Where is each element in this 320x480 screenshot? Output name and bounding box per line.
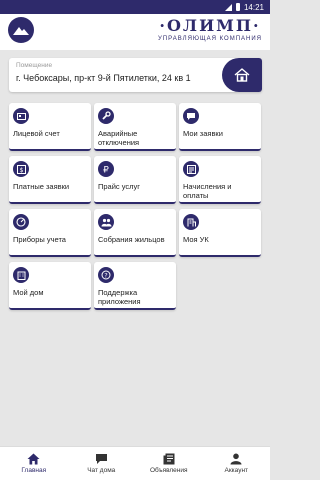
tile-label: Собрания жильцов: [98, 235, 165, 244]
house-icon: [13, 267, 29, 283]
gauge-icon: [13, 214, 29, 230]
tile-label: Приборы учета: [13, 235, 66, 244]
tile-meetings[interactable]: Собрания жильцов: [94, 209, 176, 257]
brand-logo: ·ОЛИМП· УПРАВЛЯЮЩАЯ КОМПАНИЯ: [158, 17, 262, 43]
tile-label: Мой дом: [13, 288, 44, 297]
tile-label: Поддержка приложения: [98, 288, 141, 306]
tile-outages[interactable]: Аварийные отключения: [94, 103, 176, 151]
home-icon: [27, 453, 40, 465]
tile-price-list[interactable]: ₽ Прайс услуг: [94, 156, 176, 204]
signal-icon: [224, 3, 232, 11]
nav-label: Главная: [21, 467, 47, 474]
tile-my-company[interactable]: Моя УК: [179, 209, 261, 257]
nav-label: Аккаунт: [224, 467, 249, 474]
nav-account[interactable]: Аккаунт: [203, 447, 271, 480]
mountain-logo-icon: [8, 17, 34, 43]
tile-label: Начисления и оплаты: [183, 182, 232, 200]
receipt-icon: [183, 161, 199, 177]
people-icon: [98, 214, 114, 230]
house-icon: [234, 68, 250, 82]
tile-app-support[interactable]: ? Поддержка приложения: [94, 262, 176, 310]
chat-icon: [183, 108, 199, 124]
address-label: Помещение: [16, 62, 53, 69]
building-icon: [183, 214, 199, 230]
id-card-icon: [13, 108, 29, 124]
address-value: г. Чебоксары, пр-кт 9-й Пятилетки, 24 кв…: [16, 73, 191, 83]
paid-icon: $: [13, 161, 29, 177]
address-selector[interactable]: Помещение г. Чебоксары, пр-кт 9-й Пятиле…: [9, 58, 262, 92]
address-house-button[interactable]: [222, 58, 262, 92]
tile-charges-payments[interactable]: Начисления и оплаты: [179, 156, 261, 204]
tile-label: Моя УК: [183, 235, 209, 244]
tile-label: Лицевой счет: [13, 129, 60, 138]
nav-announcements[interactable]: Объявления: [135, 447, 203, 480]
brand-name: ·ОЛИМП·: [159, 16, 261, 35]
svg-text:?: ?: [104, 272, 107, 280]
tile-label: Платные заявки: [13, 182, 70, 191]
app-header: ·ОЛИМП· УПРАВЛЯЮЩАЯ КОМПАНИЯ: [0, 14, 270, 50]
nav-home[interactable]: Главная: [0, 447, 68, 480]
tile-label: Аварийные отключения: [98, 129, 140, 147]
chat-icon: [95, 454, 107, 464]
nav-label: Объявления: [149, 467, 188, 474]
menu-grid: Лицевой счет Аварийные отключения Мои за…: [9, 103, 262, 310]
tile-label: Прайс услуг: [98, 182, 141, 191]
svg-text:₽: ₽: [103, 166, 109, 175]
news-icon: [163, 453, 175, 465]
brand-subtitle: УПРАВЛЯЮЩАЯ КОМПАНИЯ: [157, 36, 262, 42]
ruble-icon: ₽: [98, 161, 114, 177]
tile-label: Мои заявки: [183, 129, 223, 138]
help-icon: ?: [98, 267, 114, 283]
tile-my-house[interactable]: Мой дом: [9, 262, 91, 310]
tile-meters[interactable]: Приборы учета: [9, 209, 91, 257]
tile-personal-account[interactable]: Лицевой счет: [9, 103, 91, 151]
account-icon: [230, 453, 242, 465]
wrench-icon: [98, 108, 114, 124]
status-bar: 14:21: [0, 0, 270, 14]
bottom-navigation: Главная Чат дома Объявления Аккаунт: [0, 446, 270, 480]
svg-text:$: $: [19, 167, 23, 174]
tile-my-requests[interactable]: Мои заявки: [179, 103, 261, 151]
battery-icon: [235, 3, 240, 11]
nav-house-chat[interactable]: Чат дома: [68, 447, 136, 480]
nav-label: Чат дома: [87, 467, 116, 474]
status-time: 14:21: [243, 2, 264, 12]
tile-paid-requests[interactable]: $ Платные заявки: [9, 156, 91, 204]
